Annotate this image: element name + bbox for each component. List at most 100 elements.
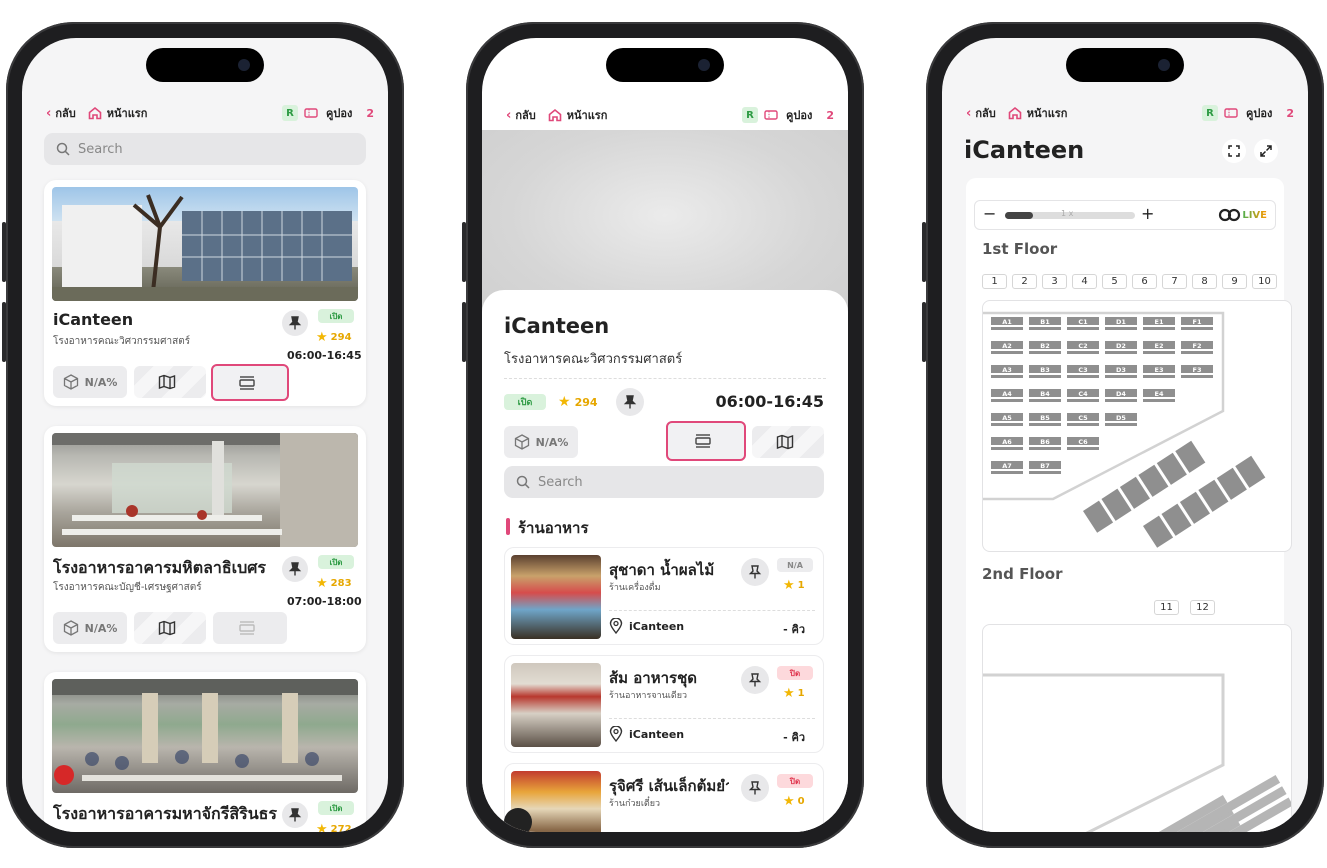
canteen-card[interactable]: iCanteen โรงอาหารคณะวิศวกรรมศาสตร์ เปิด …	[44, 180, 366, 406]
seat-table[interactable]: B3	[1029, 365, 1061, 378]
seat-table[interactable]: D4	[1105, 389, 1137, 402]
table-number-chip[interactable]: 9	[1222, 274, 1247, 289]
pin-button[interactable]	[282, 802, 308, 828]
table-number-chip[interactable]: 10	[1252, 274, 1277, 289]
seat-table[interactable]: A7	[991, 461, 1023, 474]
seat-table[interactable]: C2	[1067, 341, 1099, 354]
ticket-icon[interactable]	[304, 107, 318, 119]
seat-table[interactable]: E3	[1143, 365, 1175, 378]
seat-table[interactable]: C3	[1067, 365, 1099, 378]
pin-button[interactable]	[282, 556, 308, 582]
fullscreen-button[interactable]	[1222, 139, 1246, 163]
seat-table[interactable]: F1	[1181, 317, 1213, 330]
seat-table[interactable]: B7	[1029, 461, 1061, 474]
table-number-chip[interactable]: 3	[1042, 274, 1067, 289]
canteen-card[interactable]: โรงอาหารอาคารมหาจักรีสิรินธร เปิด ★ 272	[44, 672, 366, 832]
home-icon[interactable]	[88, 106, 102, 120]
seat-table[interactable]: A6	[991, 437, 1023, 450]
shop-card[interactable]: ส้ม อาหารชุด ร้านอาหารจานเดียว ปิด ★ 1 iC…	[504, 655, 824, 753]
home-link[interactable]: หน้าแรก	[107, 104, 148, 122]
seat-table[interactable]: F2	[1181, 341, 1213, 354]
coupon-link[interactable]: คูปอง	[326, 104, 352, 122]
map-button[interactable]	[752, 426, 824, 458]
seat-table[interactable]: F3	[1181, 365, 1213, 378]
seat-table-label: A2	[1002, 342, 1012, 350]
home-link[interactable]: หน้าแรก	[567, 106, 608, 124]
seat-table[interactable]: B6	[1029, 437, 1061, 450]
pin-button[interactable]	[741, 558, 769, 586]
back-link[interactable]: กลับ	[515, 106, 535, 124]
r-badge[interactable]: R	[1202, 105, 1219, 121]
shop-search-input[interactable]: Search	[504, 466, 824, 498]
map-button[interactable]	[134, 366, 206, 398]
coupon-link[interactable]: คูปอง	[786, 106, 812, 124]
zoom-in-button[interactable]: +	[1141, 204, 1154, 223]
seat-table[interactable]: B2	[1029, 341, 1061, 354]
table-number-chip[interactable]: 5	[1102, 274, 1127, 289]
seat-table[interactable]: A2	[991, 341, 1023, 354]
pin-button[interactable]	[741, 774, 769, 802]
seat-table[interactable]: C5	[1067, 413, 1099, 426]
capacity-button[interactable]: N/A%	[53, 366, 127, 398]
back-link[interactable]: กลับ	[55, 104, 75, 122]
pin-button[interactable]	[282, 310, 308, 336]
pin-button[interactable]	[616, 388, 644, 416]
seat-table[interactable]: E4	[1143, 389, 1175, 402]
table-number-chip[interactable]: 4	[1072, 274, 1097, 289]
home-icon[interactable]	[1008, 106, 1022, 120]
zoom-out-button[interactable]: −	[983, 204, 996, 223]
table-number-chip[interactable]: 1	[982, 274, 1007, 289]
detail-screen: ‹ กลับ หน้าแรก R คูปอง 2 iCanteen โรงอาห…	[482, 38, 848, 832]
seat-table[interactable]: B5	[1029, 413, 1061, 426]
ticket-icon[interactable]	[764, 109, 778, 121]
seat-table[interactable]: C4	[1067, 389, 1099, 402]
pin-button[interactable]	[741, 666, 769, 694]
back-chevron-icon[interactable]: ‹	[46, 106, 51, 121]
table-number-chip[interactable]: 11	[1154, 600, 1179, 615]
seat-table[interactable]: C1	[1067, 317, 1099, 330]
table-number-chip[interactable]: 7	[1162, 274, 1187, 289]
floorplan-button[interactable]	[211, 364, 289, 401]
r-badge[interactable]: R	[742, 107, 759, 123]
expand-button[interactable]	[1254, 139, 1278, 163]
table-number-chip[interactable]: 12	[1190, 600, 1215, 615]
shop-card[interactable]: รุจิศรี เส้นเล็กต้มยำ ร้านก๋วยเตี๋ยว ปิด…	[504, 763, 824, 832]
home-link[interactable]: หน้าแรก	[1027, 104, 1068, 122]
seat-table[interactable]: A4	[991, 389, 1023, 402]
seat-table[interactable]: B4	[1029, 389, 1061, 402]
table-number-chip[interactable]: 8	[1192, 274, 1217, 289]
seat-table[interactable]: A3	[991, 365, 1023, 378]
back-chevron-icon[interactable]: ‹	[966, 106, 971, 121]
seat-table[interactable]: D1	[1105, 317, 1137, 330]
floorplan-button[interactable]	[213, 612, 287, 644]
zoom-slider[interactable]: 1 x	[1005, 209, 1135, 219]
coupon-link[interactable]: คูปอง	[1246, 104, 1272, 122]
search-input[interactable]: Search	[44, 133, 366, 165]
dynamic-island	[146, 48, 264, 82]
rating: ★ 1	[783, 686, 805, 701]
section-marker	[506, 518, 510, 535]
capacity-button[interactable]: N/A%	[504, 426, 578, 458]
ticket-icon[interactable]	[1224, 107, 1238, 119]
home-icon[interactable]	[548, 108, 562, 122]
map-button[interactable]	[134, 612, 206, 644]
table-number-chip[interactable]: 2	[1012, 274, 1037, 289]
scroll-fab[interactable]	[504, 808, 532, 832]
seat-table[interactable]: E1	[1143, 317, 1175, 330]
back-link[interactable]: กลับ	[975, 104, 995, 122]
seat-table[interactable]: D5	[1105, 413, 1137, 426]
seat-table[interactable]: C6	[1067, 437, 1099, 450]
seat-table[interactable]: D3	[1105, 365, 1137, 378]
seat-table[interactable]: E2	[1143, 341, 1175, 354]
capacity-button[interactable]: N/A%	[53, 612, 127, 644]
seat-table[interactable]: B1	[1029, 317, 1061, 330]
floorplan-button[interactable]	[666, 421, 746, 461]
r-badge[interactable]: R	[282, 105, 299, 121]
seat-table[interactable]: A1	[991, 317, 1023, 330]
back-chevron-icon[interactable]: ‹	[506, 108, 511, 123]
seat-table[interactable]: A5	[991, 413, 1023, 426]
table-number-chip[interactable]: 6	[1132, 274, 1157, 289]
canteen-card[interactable]: โรงอาหารอาคารมหิตลาธิเบศร โรงอาหารคณะบัญ…	[44, 426, 366, 652]
seat-table[interactable]: D2	[1105, 341, 1137, 354]
shop-card[interactable]: สุชาดา น้ำผลไม้ ร้านเครื่องดื่ม N/A ★ 1 i…	[504, 547, 824, 645]
